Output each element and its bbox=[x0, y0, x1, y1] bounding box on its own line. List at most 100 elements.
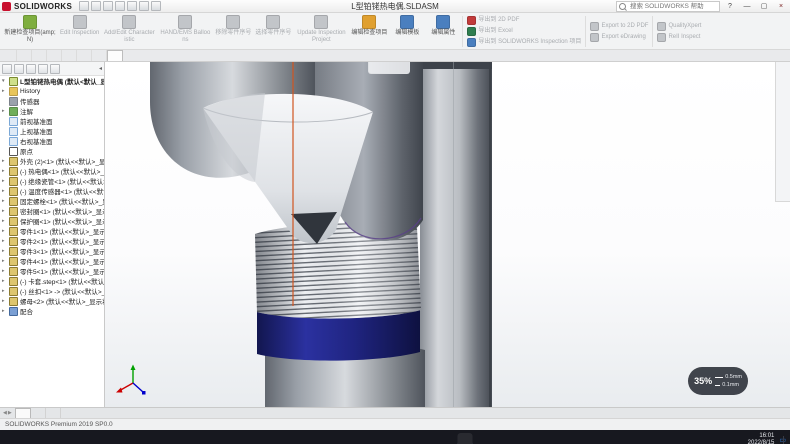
task-view-button[interactable] bbox=[318, 433, 333, 444]
edit-template-button[interactable]: 编辑模板 bbox=[389, 14, 425, 49]
expand-arrow-icon[interactable]: ▸ bbox=[2, 108, 7, 114]
tree-item[interactable]: 右视基准面 bbox=[0, 136, 104, 146]
expand-arrow-icon[interactable]: ▸ bbox=[2, 208, 7, 214]
undo-icon[interactable] bbox=[127, 1, 137, 11]
help-button[interactable]: ? bbox=[723, 1, 737, 11]
mail-button[interactable] bbox=[498, 433, 513, 444]
browser-button[interactable] bbox=[398, 433, 413, 444]
chrome-button[interactable] bbox=[378, 433, 393, 444]
expand-arrow-icon[interactable]: ▸ bbox=[2, 288, 7, 294]
propertymanager-tab-icon[interactable] bbox=[14, 64, 24, 74]
remove-balloons-button[interactable]: 移除零件序号 bbox=[213, 14, 253, 49]
update-inspection-project-button[interactable]: Update Inspection Project bbox=[293, 14, 349, 49]
export-inspection-project-row[interactable]: 导出到 SOLIDWORKS Inspection 项目 bbox=[467, 38, 581, 47]
expand-arrow-icon[interactable]: ▾ bbox=[2, 78, 7, 84]
tree-item[interactable]: ▸ 配合 bbox=[0, 306, 104, 316]
rebuild-icon[interactable] bbox=[139, 1, 149, 11]
expand-arrow-icon[interactable]: ▸ bbox=[2, 188, 7, 194]
tree-item[interactable]: ▸ 零件3<1> (默认<<默认>_显示状态-1>) bbox=[0, 246, 104, 256]
dimxpert-tab-icon[interactable] bbox=[38, 64, 48, 74]
edge-button[interactable] bbox=[358, 433, 373, 444]
maximize-button[interactable]: ▢ bbox=[757, 1, 771, 11]
edit-properties-button[interactable]: 编辑属性 bbox=[425, 14, 461, 49]
add-edit-characteristic-button[interactable]: Add/Edit Characteristic bbox=[101, 14, 157, 49]
search-input[interactable] bbox=[628, 2, 717, 11]
solidworks-button[interactable] bbox=[458, 433, 473, 444]
expand-arrow-icon[interactable]: ▸ bbox=[2, 298, 7, 304]
tab-sketch[interactable] bbox=[32, 50, 47, 61]
export-excel-row[interactable]: 导出到 Excel bbox=[467, 27, 581, 36]
tree-item[interactable]: ▸ (-) 丝扣<1> -> (默认<<默认>_显示状态-1>) bbox=[0, 286, 104, 296]
probe-rod[interactable] bbox=[420, 62, 492, 407]
close-button[interactable]: × bbox=[774, 1, 788, 11]
motion-study-tab[interactable] bbox=[46, 408, 61, 418]
graphics-viewport[interactable]: 35% 0.5mm 0.1mm bbox=[105, 62, 790, 407]
search-button[interactable] bbox=[298, 433, 313, 444]
tree-item[interactable]: ▸ (-) 卡套.step<1> (默认<<默认>_显示状态-1>) bbox=[0, 276, 104, 286]
edit-inspection-project-button[interactable]: 编辑检查项目 bbox=[349, 14, 389, 49]
expand-arrow-icon[interactable]: ▸ bbox=[2, 178, 7, 184]
music-button[interactable] bbox=[478, 433, 493, 444]
tree-item[interactable]: 传感器 bbox=[0, 96, 104, 106]
tree-item[interactable]: ▸ 固定螺栓<1> (默认<<默认>_显示状态-1>) bbox=[0, 196, 104, 206]
expand-arrow-icon[interactable]: ▸ bbox=[2, 218, 7, 224]
tree-item[interactable]: 前视基准面 bbox=[0, 116, 104, 126]
tree-item[interactable]: ▸ 密封圈<1> (默认<<默认>_显示状态-1>) bbox=[0, 206, 104, 216]
tree-item[interactable]: 上视基准面 bbox=[0, 126, 104, 136]
edit-inspection-button[interactable]: Edit Inspection bbox=[58, 14, 101, 49]
expand-arrow-icon[interactable]: ▸ bbox=[2, 248, 7, 254]
qualityxpert-row[interactable]: QualityXpert bbox=[657, 22, 701, 31]
export-to-2d-pdf-row[interactable]: Export to 2D PDF bbox=[590, 22, 648, 31]
tree-item[interactable]: ▸ 零件2<1> (默认<<默认>_显示状态-1>) bbox=[0, 236, 104, 246]
wechat-button[interactable] bbox=[418, 433, 433, 444]
expand-arrow-icon[interactable]: ▸ bbox=[2, 158, 7, 164]
expand-arrow-icon[interactable]: ▸ bbox=[2, 268, 7, 274]
new-file-icon[interactable] bbox=[79, 1, 89, 11]
minimize-button[interactable]: — bbox=[740, 1, 754, 11]
tree-item[interactable]: ▸ 零件5<1> (默认<<默认>_显示状态-1>) bbox=[0, 266, 104, 276]
start-button[interactable] bbox=[278, 433, 293, 444]
open-file-icon[interactable] bbox=[91, 1, 101, 11]
hand-ems-balloons-button[interactable]: HAND/EMS Balloons bbox=[157, 14, 213, 49]
expand-arrow-icon[interactable]: ▸ bbox=[2, 308, 7, 314]
panel-chevron-icon[interactable]: ◂ bbox=[99, 65, 102, 72]
export-edrawing-row[interactable]: Export eDrawing bbox=[590, 33, 648, 42]
tree-item[interactable]: ▸ (-) 温度传感器<1> (默认<<默认>_显示状态-1>) bbox=[0, 186, 104, 196]
featuremanager-tab-icon[interactable] bbox=[2, 64, 12, 74]
expand-arrow-icon[interactable]: ▸ bbox=[2, 168, 7, 174]
tab-mbd[interactable] bbox=[77, 50, 92, 61]
tab-solidworks-cam[interactable] bbox=[92, 50, 107, 61]
expand-arrow-icon[interactable]: ▸ bbox=[2, 278, 7, 284]
next-tab-icon[interactable]: ▶ bbox=[8, 410, 12, 416]
model-canvas[interactable] bbox=[105, 62, 790, 407]
tab-assembly[interactable] bbox=[2, 50, 17, 61]
help-search-box[interactable] bbox=[616, 1, 720, 12]
expand-arrow-icon[interactable]: ▸ bbox=[2, 88, 7, 94]
options-icon[interactable] bbox=[151, 1, 161, 11]
tree-item[interactable]: ▸ 螺母<2> (默认<<默认>_显示状态-1>) bbox=[0, 296, 104, 306]
export-2d-pdf-row[interactable]: 导出到 2D PDF bbox=[467, 16, 581, 25]
tree-root-item[interactable]: ▾ L型铂铑热电偶 (默认<默认_显示状态-1>) bbox=[0, 76, 104, 86]
file-explorer-button[interactable] bbox=[338, 433, 353, 444]
3d-views-tab[interactable] bbox=[31, 408, 46, 418]
tree-item[interactable]: ▸ History bbox=[0, 86, 104, 96]
select-balloons-button[interactable]: 选择零件序号 bbox=[253, 14, 293, 49]
tree-item[interactable]: ▸ 注解 bbox=[0, 106, 104, 116]
tree-item[interactable]: ▸ 保护圈<1> (默认<<默认>_显示状态-1>) bbox=[0, 216, 104, 226]
tab-solidworks-inspection[interactable] bbox=[107, 50, 123, 61]
model-tab[interactable] bbox=[15, 408, 31, 418]
tree-item[interactable]: ▸ 零件4<1> (默认<<默认>_显示状态-1>) bbox=[0, 256, 104, 266]
new-inspection-project-button[interactable]: 新建检查项目(amp;N) bbox=[2, 14, 58, 49]
configurationmanager-tab-icon[interactable] bbox=[26, 64, 36, 74]
tab-layout[interactable] bbox=[17, 50, 32, 61]
tree-item[interactable]: 原点 bbox=[0, 146, 104, 156]
save-icon[interactable] bbox=[103, 1, 113, 11]
show-desktop-button[interactable] bbox=[783, 436, 786, 444]
clock[interactable]: 16:01 2022/8/15 bbox=[748, 433, 775, 444]
expand-arrow-icon[interactable]: ▸ bbox=[2, 258, 7, 264]
qq-button[interactable] bbox=[438, 433, 453, 444]
tree-item[interactable]: ▸ 外壳 (2)<1> (默认<<默认>_显示状态-1>) bbox=[0, 156, 104, 166]
tab-evaluate[interactable] bbox=[47, 50, 62, 61]
displaymanager-tab-icon[interactable] bbox=[50, 64, 60, 74]
expand-arrow-icon[interactable]: ▸ bbox=[2, 238, 7, 244]
